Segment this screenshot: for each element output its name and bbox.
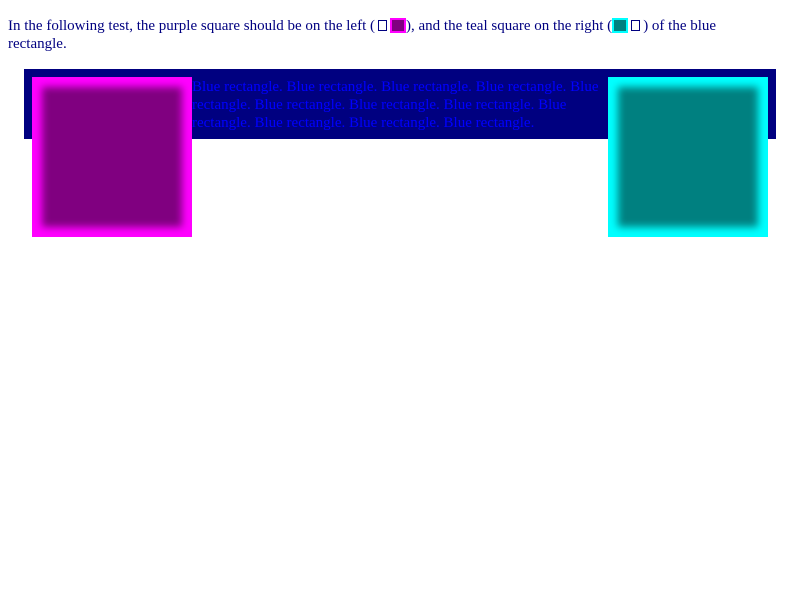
intro-paragraph: In the following test, the purple square… — [8, 17, 768, 53]
intro-text-2: ), and the teal square on the right ( — [406, 18, 613, 34]
intro-text-1: In the following test, the purple square… — [8, 18, 375, 34]
teal-square — [608, 77, 768, 237]
missing-glyph-icon — [378, 20, 387, 31]
blue-rectangle-text: Blue rectangle. Blue rectangle. Blue rec… — [192, 79, 599, 131]
missing-glyph-icon — [631, 20, 641, 31]
purple-square-icon — [390, 18, 406, 33]
purple-square — [32, 77, 192, 237]
teal-square-icon — [612, 18, 629, 33]
